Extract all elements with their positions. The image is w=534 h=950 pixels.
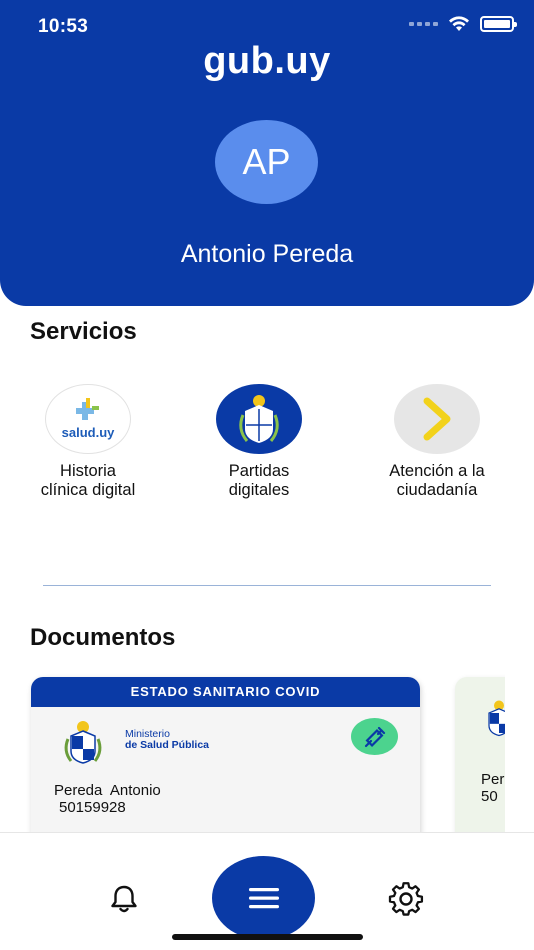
holder-id: 50159928	[59, 799, 126, 816]
user-name: Antonio Pereda	[180, 240, 354, 268]
service-label-line1: Atención a la	[389, 462, 485, 480]
document-holder: Pereda Antonio 50159928	[54, 782, 161, 816]
menu-icon	[248, 888, 279, 909]
notifications-button[interactable]	[104, 879, 144, 919]
card-header: ESTADO SANITARIO COVID	[31, 677, 420, 707]
coat-of-arms-icon	[59, 719, 107, 770]
coat-of-arms-icon	[216, 384, 302, 454]
service-partidas-digitales[interactable]: Partidas digitales	[174, 384, 344, 500]
service-label-line1: Partidas	[228, 462, 290, 480]
settings-button[interactable]	[386, 879, 426, 919]
status-time: 10:53	[38, 16, 89, 37]
main-menu-button[interactable]	[212, 856, 315, 940]
ministry-name: Ministerio de Salud Pública	[125, 729, 209, 751]
home-indicator	[172, 934, 363, 940]
services-section-title: Servicios	[30, 318, 137, 345]
section-divider	[43, 585, 491, 586]
document-holder-partial: Per 50	[481, 771, 504, 805]
profile-header: 10:53 gub.uy AP Antonio Pereda	[0, 0, 534, 306]
service-label-line1: Historia	[60, 462, 116, 480]
holder-id-partial: 50	[481, 788, 498, 805]
salud-uy-logo-text: salud.uy	[62, 425, 116, 440]
ministry-line2: de Salud Pública	[125, 739, 210, 751]
app-title: gub.uy	[203, 40, 331, 82]
service-historia-clinica[interactable]: salud.uy Historia clínica digital	[3, 384, 173, 500]
carousel-edge	[505, 670, 534, 840]
holder-name: Pereda Antonio	[54, 782, 161, 799]
documents-section-title: Documentos	[30, 624, 176, 651]
cellular-signal-icon	[409, 22, 438, 26]
avatar[interactable]: AP	[215, 120, 318, 204]
service-atencion-ciudadania[interactable]: Atención a la ciudadanía	[352, 384, 522, 500]
service-label-line2: clínica digital	[40, 481, 136, 499]
wifi-icon	[449, 16, 469, 31]
service-label-line2: ciudadanía	[396, 481, 478, 499]
battery-icon	[480, 16, 517, 32]
syringe-icon	[351, 718, 398, 755]
chevron-right-icon	[394, 384, 480, 454]
service-label-line2: digitales	[228, 481, 290, 499]
status-icons	[409, 16, 517, 32]
bell-icon	[111, 885, 137, 913]
gear-icon	[388, 882, 424, 916]
covid-status-card[interactable]: ESTADO SANITARIO COVID Ministerio de Sal…	[31, 677, 420, 837]
salud-uy-logo-icon: salud.uy	[45, 384, 131, 454]
holder-name-partial: Per	[481, 771, 505, 788]
